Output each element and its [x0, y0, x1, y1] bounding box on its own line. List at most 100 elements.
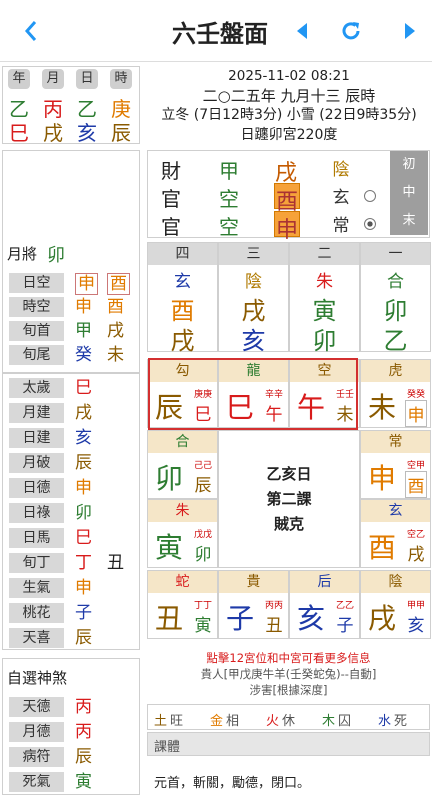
palace-shen: 常	[361, 431, 430, 453]
sike-cell[interactable]: 一合卯乙	[360, 242, 431, 355]
refresh-icon[interactable]	[336, 16, 366, 46]
sike-cell[interactable]: 四玄酉戌	[147, 242, 218, 355]
shensha-label: 日祿	[9, 503, 64, 523]
shensha-value: 戌	[75, 403, 92, 423]
san-chuan-panel[interactable]: 財甲戌陰初官空酉玄中官空申常末	[147, 150, 430, 243]
kong-value-2: 戌	[107, 321, 124, 341]
kong-value-1: 甲	[75, 321, 92, 341]
hint-text: 點擊12宮位和中宮可看更多信息	[206, 651, 371, 665]
shensha-label: 日德	[9, 478, 64, 498]
pillar-header: 年	[8, 69, 30, 89]
palace-shen: 勾	[148, 360, 217, 382]
sanchuan-tag: 中	[390, 179, 428, 207]
palace-right[interactable]: 玄酉空乙戌	[360, 499, 431, 568]
wuxing-state: 旺	[170, 714, 184, 729]
wuxing-element: 水	[378, 714, 392, 729]
sike-cell[interactable]: 二朱寅卯	[289, 242, 360, 355]
palace-bottom[interactable]: 后亥乙乙子	[289, 570, 360, 639]
shensha-value: 申	[75, 478, 92, 498]
palace-sub-branch: 辰	[194, 476, 212, 496]
palace-bottom[interactable]: 陰戌甲甲亥	[360, 570, 431, 639]
zixuan-label: 病符	[9, 747, 64, 767]
palace-branch: 申	[367, 462, 396, 495]
palace-right[interactable]: 常申空甲酉	[360, 430, 431, 499]
palace-left[interactable]: 合卯己己辰	[147, 430, 218, 499]
shensha-label: 生氣	[9, 578, 64, 598]
pillar-header: 日	[76, 69, 98, 89]
palace-stem-pair: 癸癸	[406, 390, 425, 400]
palace-top[interactable]: 勾辰庚庚巳	[147, 359, 218, 428]
shensha-value: 丁	[75, 553, 92, 573]
palace-shen: 朱	[148, 500, 217, 522]
datetime-line1: 2025-11-02 08:21	[228, 68, 350, 84]
kong-label: 旬尾	[9, 345, 64, 365]
pillar-header: 月	[42, 69, 64, 89]
sanchuan-branch-box: 申	[274, 211, 300, 243]
kong-value-1: 申	[75, 297, 92, 317]
sanchuan-relation: 官	[161, 187, 181, 211]
shensha-value: 子	[75, 603, 92, 623]
yuejiang-panel: 月將 卯 日空申酉時空申酉旬首甲戌旬尾癸未	[2, 150, 140, 373]
palace-branch: 午	[296, 391, 325, 424]
palace-top[interactable]: 虎未癸癸申	[360, 359, 431, 428]
sanchuan-tag: 末	[390, 207, 428, 235]
keti-text: 元首，斬關，勵德，閉口。	[154, 776, 311, 791]
center-palace[interactable]: 乙亥日 第二課 賊克	[218, 430, 360, 568]
palace-branch: 辰	[154, 391, 183, 424]
palace-stem-pair: 空甲	[406, 461, 425, 471]
palace-stem-pair: 辛辛	[264, 390, 283, 400]
palace-left[interactable]: 朱寅戊戊卯	[147, 499, 218, 568]
zixuan-value: 辰	[75, 747, 92, 767]
shensha-label: 日建	[9, 428, 64, 448]
palace-bottom[interactable]: 蛇丑丁丁寅	[147, 570, 218, 639]
palace-shen: 玄	[361, 500, 430, 522]
next-icon[interactable]	[395, 16, 425, 46]
sike-shen: 陰	[245, 272, 262, 292]
palace-shen: 合	[148, 431, 217, 453]
palace-sub-branch: 未	[336, 405, 354, 425]
palace-bottom[interactable]: 貴子丙丙丑	[218, 570, 289, 639]
palace-top[interactable]: 空午壬壬未	[289, 359, 360, 428]
palace-stem-pair: 丙丙	[264, 601, 283, 611]
palace-top[interactable]: 龍巳辛辛午	[218, 359, 289, 428]
palace-stem-pair: 壬壬	[335, 390, 354, 400]
sike-bottom: 亥	[241, 327, 266, 355]
palace-stem-pair: 乙乙	[335, 601, 354, 611]
kong-label: 日空	[9, 273, 64, 293]
sanchuan-branch: 申	[275, 218, 298, 243]
palace-branch: 酉	[367, 531, 396, 564]
pillar-branch: 亥	[77, 121, 97, 145]
kong-value-1: 申	[75, 273, 98, 295]
sike-number: 四	[148, 243, 217, 265]
shensha-value: 辰	[75, 628, 92, 648]
palace-branch: 寅	[154, 531, 183, 564]
kong-value-2: 酉	[107, 297, 124, 317]
radio-selected-icon[interactable]	[364, 218, 376, 230]
zixuan-label: 天德	[9, 697, 64, 717]
wuxing-state: 休	[282, 714, 296, 729]
wuxing-state: 死	[394, 714, 408, 729]
wuxing-element: 火	[266, 714, 280, 729]
zixuan-title: 自選神煞	[7, 669, 68, 687]
wuxing-bar: 土旺 金相 火休 木囚 水死	[147, 704, 430, 730]
zixuan-value: 丙	[75, 722, 92, 742]
shehai-text: 涉害[根據深度]	[249, 683, 328, 697]
sanchuan-shen: 陰	[332, 160, 350, 180]
shensha-label: 桃花	[9, 603, 64, 623]
palace-shen: 陰	[361, 571, 430, 593]
back-icon[interactable]	[16, 16, 46, 46]
palace-sub-branch: 亥	[407, 616, 425, 636]
radio-icon[interactable]	[364, 190, 376, 202]
sanchuan-stem: 空	[219, 187, 239, 211]
shensha-value-2: 丑	[107, 553, 124, 573]
zixuan-value: 丙	[75, 697, 92, 717]
sike-cell[interactable]: 三陰戌亥	[218, 242, 289, 355]
keti-label: 課體	[154, 740, 181, 755]
sike-number: 三	[219, 243, 288, 265]
palace-branch: 亥	[296, 602, 325, 635]
sanchuan-shen: 玄	[332, 188, 350, 208]
shensha-label: 月建	[9, 403, 64, 423]
prev-icon[interactable]	[287, 16, 317, 46]
sanchuan-relation: 官	[161, 215, 181, 239]
keti-header: 課體	[147, 732, 430, 756]
